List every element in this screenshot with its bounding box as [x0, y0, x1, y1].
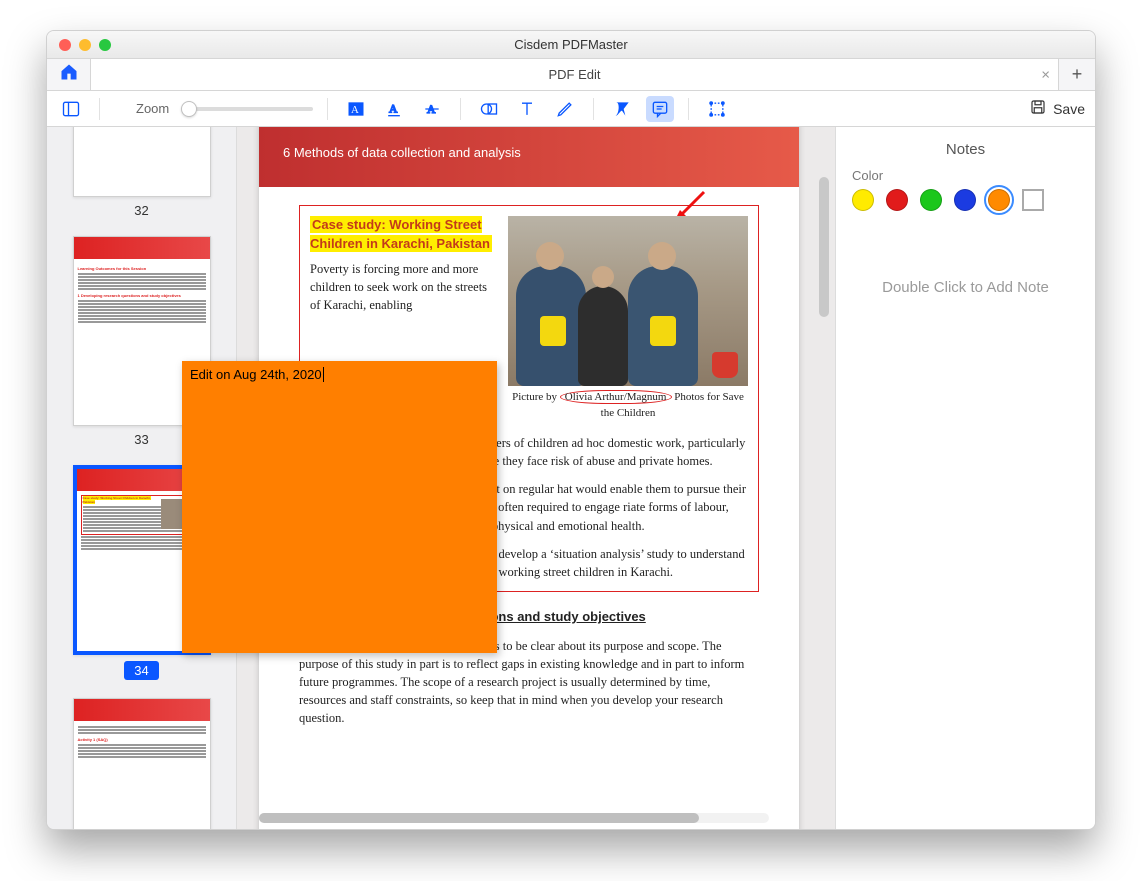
svg-text:A: A	[427, 103, 436, 116]
shape-tools	[475, 96, 579, 122]
zoom-window-button[interactable]	[99, 39, 111, 51]
notes-panel: Notes Color Double Click to Add Note	[835, 127, 1095, 829]
viewer-vertical-scrollbar[interactable]	[819, 177, 829, 317]
text-style-tools: A A A	[342, 96, 446, 122]
main-area: 32 Learning Outcomes for this Session 1 …	[47, 127, 1095, 829]
thumbnail-page-35[interactable]: Activity 1 (SAQ) 35	[47, 698, 236, 829]
zoom-slider[interactable]	[183, 107, 313, 111]
toolbar: Zoom A A A	[47, 91, 1095, 127]
minimize-window-button[interactable]	[79, 39, 91, 51]
tab-label: PDF Edit	[548, 67, 600, 82]
zoom-slider-thumb[interactable]	[181, 101, 197, 117]
underline-text-button[interactable]: A	[380, 96, 408, 122]
color-swatch-red[interactable]	[886, 189, 908, 211]
color-swatch-yellow[interactable]	[852, 189, 874, 211]
color-swatch-custom[interactable]	[1022, 189, 1044, 211]
viewer-horizontal-scrollbar[interactable]	[259, 813, 769, 823]
tab-pdf-edit[interactable]: PDF Edit ×	[91, 59, 1059, 90]
svg-text:A: A	[389, 102, 398, 115]
window-title: Cisdem PDFMaster	[47, 37, 1095, 52]
signature-tool-button[interactable]	[608, 96, 636, 122]
sticky-note-popup[interactable]: Edit on Aug 24th, 2020	[182, 361, 497, 653]
close-window-button[interactable]	[59, 39, 71, 51]
sticky-note-tool-button[interactable]	[646, 96, 674, 122]
annotation-circle: Olivia Arthur/Magnum	[560, 390, 672, 404]
color-swatch-blue[interactable]	[954, 189, 976, 211]
window-controls	[59, 39, 111, 51]
tab-bar: PDF Edit × +	[47, 59, 1095, 91]
sidebar-toggle-button[interactable]	[57, 96, 85, 122]
save-icon	[1029, 98, 1047, 119]
page-header: 6 Methods of data collection and analysi…	[259, 127, 799, 187]
new-tab-button[interactable]: +	[1059, 59, 1095, 90]
color-swatch-green[interactable]	[920, 189, 942, 211]
home-icon	[59, 62, 79, 87]
color-swatch-orange[interactable]	[988, 189, 1010, 211]
save-label: Save	[1053, 101, 1085, 117]
shape-tool-button[interactable]	[475, 96, 503, 122]
save-button[interactable]: Save	[1029, 98, 1085, 119]
pencil-tool-button[interactable]	[551, 96, 579, 122]
notes-color-label: Color	[836, 168, 1095, 189]
thumbnail-page-32[interactable]: 32	[47, 127, 236, 218]
photo-caption: Picture by Olivia Arthur/Magnum Photos f…	[508, 390, 748, 422]
strikethrough-text-button[interactable]: A	[418, 96, 446, 122]
zoom-label: Zoom	[136, 101, 169, 116]
home-tab[interactable]	[47, 59, 91, 90]
notes-color-picker	[836, 189, 1095, 229]
crop-tool-button[interactable]	[703, 96, 731, 122]
tab-close-button[interactable]: ×	[1041, 66, 1050, 83]
textbox-tool-button[interactable]	[513, 96, 541, 122]
app-window: Cisdem PDFMaster PDF Edit × + Zoom A	[46, 30, 1096, 830]
svg-text:A: A	[351, 104, 359, 116]
annotation-tools	[608, 96, 674, 122]
highlight-text-button[interactable]: A	[342, 96, 370, 122]
titlebar: Cisdem PDFMaster	[47, 31, 1095, 59]
case-study-figure: Picture by Olivia Arthur/Magnum Photos f…	[508, 216, 748, 422]
case-study-photo	[508, 216, 748, 386]
notes-panel-title: Notes	[836, 127, 1095, 168]
sticky-note-text[interactable]: Edit on Aug 24th, 2020	[190, 367, 324, 382]
notes-empty-hint: Double Click to Add Note	[836, 279, 1095, 296]
case-study-title: Case study: Working StreetChildren in Ka…	[310, 216, 492, 252]
